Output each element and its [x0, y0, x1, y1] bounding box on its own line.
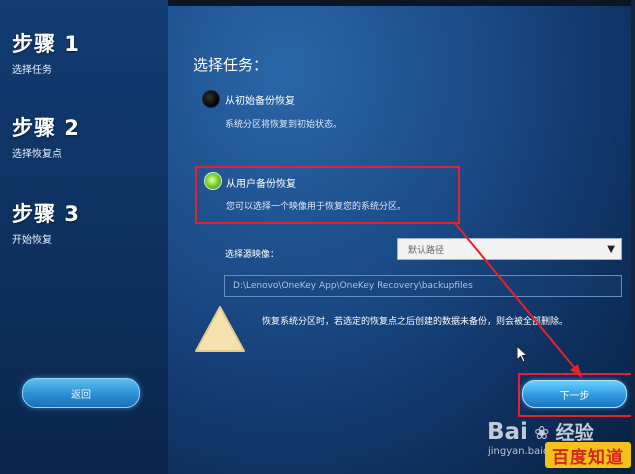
step-2: 步骤 2 选择恢复点 — [12, 112, 80, 160]
warning-triangle-icon — [195, 306, 245, 352]
source-image-select[interactable]: 默认路径 ▼ — [397, 238, 622, 260]
source-image-value: 默认路径 — [408, 245, 445, 256]
option-desc-initial: 系统分区将恢复到初始状态。 — [225, 120, 343, 130]
screen-bezel-right — [631, 0, 635, 474]
step-title: 步骤 1 — [12, 32, 80, 56]
watermark-brand-suffix: 经验 — [555, 422, 594, 444]
watermark-logo: Bai ❀ 经验 — [487, 419, 594, 445]
backup-path-field[interactable]: D:\Lenovo\OneKey App\OneKey Recovery\bac… — [224, 275, 622, 297]
option-desc-user: 您可以选择一个映像用于恢复您的系统分区。 — [226, 202, 407, 212]
step-3: 步骤 3 开始恢复 — [12, 198, 80, 246]
step-subtitle: 选择任务 — [12, 65, 52, 76]
step-title: 步骤 3 — [12, 202, 80, 226]
warning-message: 恢复系统分区时，若选定的恢复点之后创建的数据未备份，则会被全部删除。 — [262, 317, 569, 327]
option-label-initial[interactable]: 从初始备份恢复 — [225, 92, 295, 107]
step-subtitle: 开始恢复 — [12, 235, 52, 246]
back-button[interactable]: 返回 — [22, 378, 140, 408]
step-1: 步骤 1 选择任务 — [12, 28, 80, 76]
source-image-label: 选择源映像： — [225, 250, 280, 260]
main-panel: 选择任务： 从初始备份恢复 系统分区将恢复到初始状态。 从用户备份恢复 您可以选… — [168, 0, 634, 474]
mouse-cursor-icon — [516, 345, 528, 363]
watermark-brand: Bai — [487, 419, 528, 445]
watermark-badge: 百度知道 — [545, 442, 631, 468]
step-title: 步骤 2 — [12, 116, 80, 140]
radio-initial-backup[interactable] — [202, 90, 220, 108]
step-subtitle: 选择恢复点 — [12, 149, 62, 160]
steps-sidebar: 步骤 1 选择任务 步骤 2 选择恢复点 步骤 3 开始恢复 返回 — [0, 0, 168, 474]
option-label-user[interactable]: 从用户备份恢复 — [226, 175, 296, 190]
radio-user-backup[interactable] — [204, 172, 222, 190]
chevron-down-icon[interactable]: ▼ — [607, 244, 615, 255]
next-button[interactable]: 下一步 — [522, 380, 627, 408]
page-title: 选择任务： — [193, 56, 269, 74]
